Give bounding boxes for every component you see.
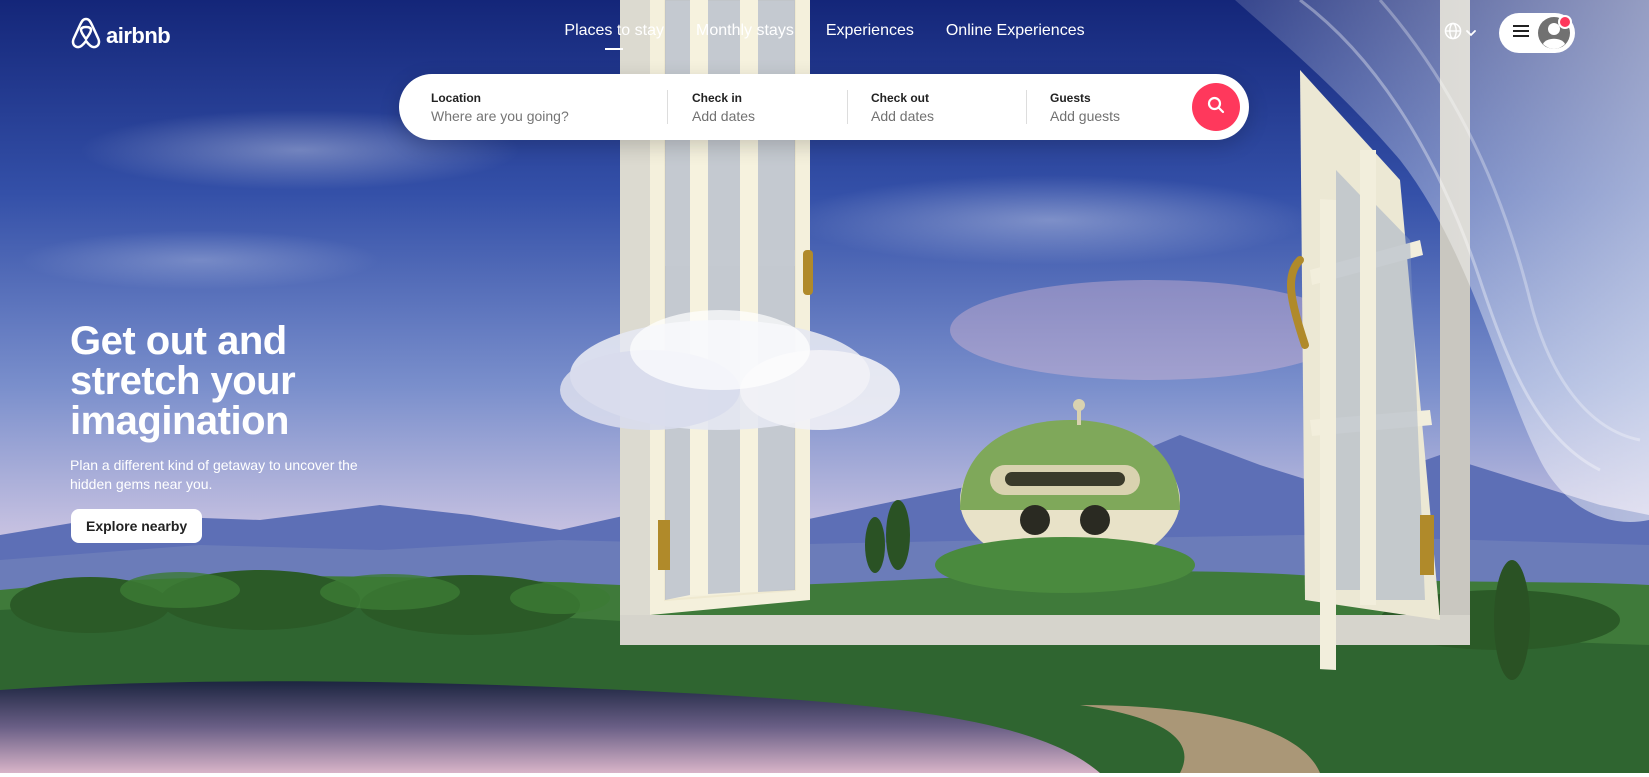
search-bar: Location Check in Add dates Check out Ad… (399, 74, 1249, 140)
main-nav: Places to stay Monthly stays Experiences… (0, 22, 1649, 50)
search-divider (847, 90, 848, 124)
check-in-value: Add dates (692, 107, 756, 124)
chevron-down-icon (1466, 25, 1476, 43)
check-out-label: Check out (871, 90, 930, 105)
nav-item-experiences[interactable]: Experiences (826, 22, 914, 50)
explore-nearby-button[interactable]: Explore nearby (71, 509, 203, 543)
check-in-label: Check in (692, 90, 743, 105)
guests-field[interactable]: Guests Add guests (1050, 74, 1180, 140)
guests-label: Guests (1050, 90, 1091, 105)
location-field[interactable]: Location (431, 74, 651, 140)
nav-item-monthly-stays[interactable]: Monthly stays (696, 22, 794, 50)
search-button[interactable] (1192, 83, 1240, 131)
check-in-field[interactable]: Check in Add dates (692, 74, 842, 140)
hero-headline: Get out and stretch your imagination (70, 319, 296, 443)
hero-subtext: Plan a different kind of getaway to unco… (70, 457, 358, 492)
hero-section: airbnb Places to stay Monthly stays Expe… (0, 0, 1649, 773)
language-button[interactable] (1444, 22, 1476, 45)
user-menu-button[interactable] (1499, 13, 1575, 53)
search-icon (1207, 96, 1225, 119)
guests-value: Add guests (1050, 107, 1121, 124)
location-label: Location (431, 90, 481, 105)
search-divider (1026, 90, 1027, 124)
avatar (1538, 15, 1572, 49)
notification-dot (1558, 15, 1572, 29)
nav-item-online-experiences[interactable]: Online Experiences (946, 22, 1085, 50)
globe-icon (1444, 22, 1462, 45)
hamburger-menu-icon (1513, 24, 1529, 43)
check-out-value: Add dates (871, 107, 935, 124)
nav-item-places-to-stay[interactable]: Places to stay (564, 22, 664, 50)
location-input[interactable] (431, 107, 651, 124)
search-divider (667, 90, 668, 124)
check-out-field[interactable]: Check out Add dates (871, 74, 1021, 140)
